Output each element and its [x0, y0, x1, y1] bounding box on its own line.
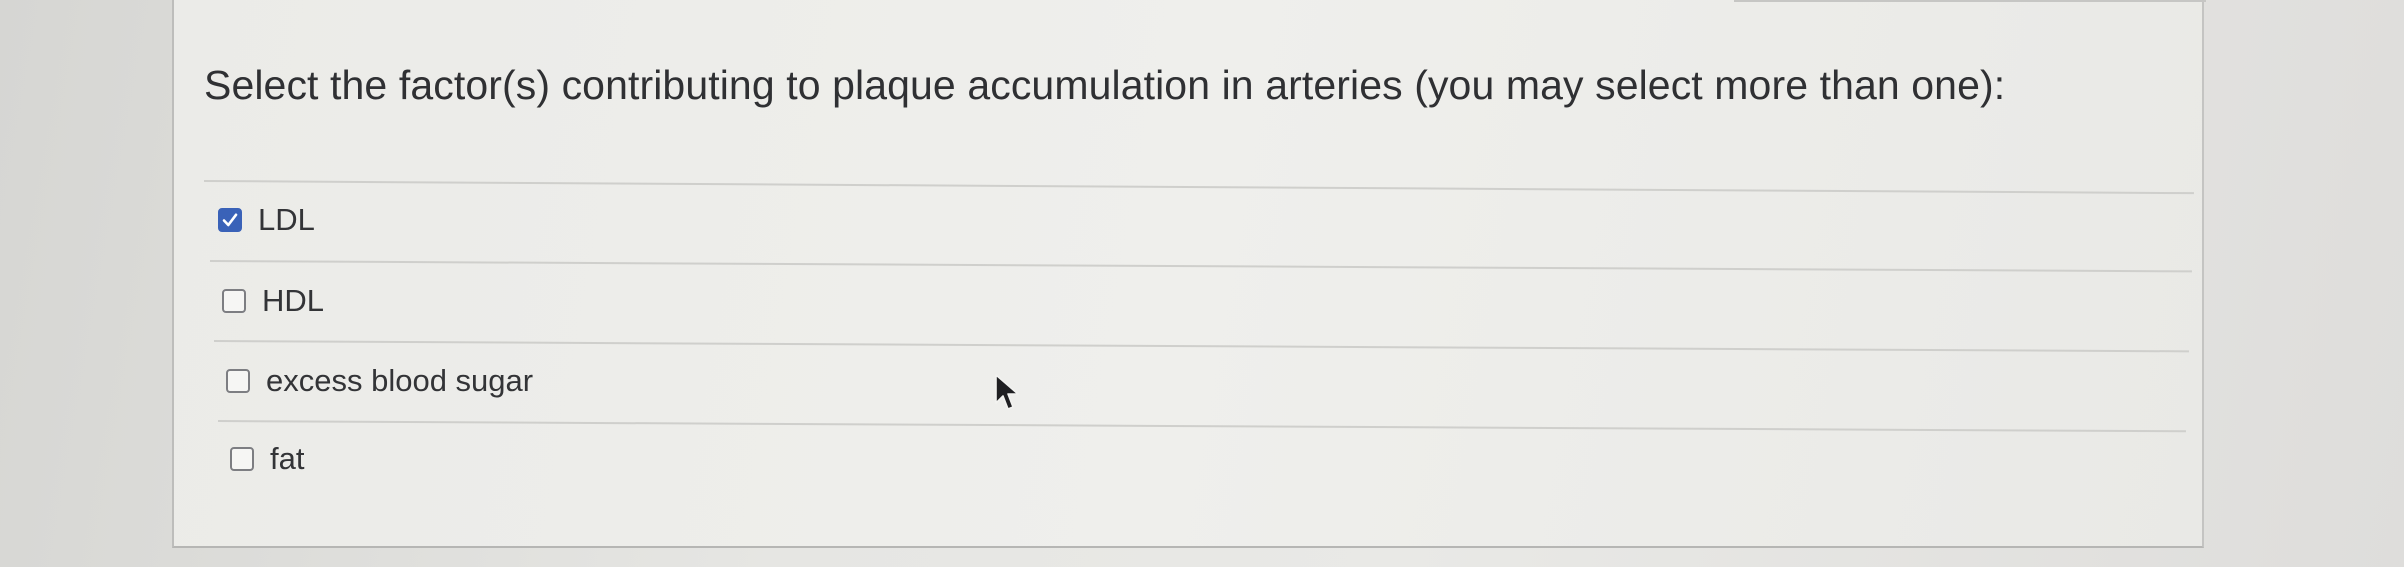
- option-ldl[interactable]: LDL: [218, 198, 315, 242]
- question-panel: Select the factor(s) contributing to pla…: [172, 0, 2206, 548]
- option-hdl[interactable]: HDL: [222, 279, 324, 323]
- divider: [213, 340, 2189, 353]
- option-label-ldl: LDL: [258, 202, 315, 237]
- checkbox-ldl[interactable]: [218, 208, 242, 232]
- option-label-excess-blood-sugar: excess blood sugar: [266, 363, 534, 398]
- option-excess-blood-sugar[interactable]: excess blood sugar: [226, 359, 533, 403]
- option-label-fat: fat: [270, 441, 305, 476]
- option-fat[interactable]: fat: [230, 437, 304, 481]
- mouse-pointer-icon: [995, 374, 1019, 410]
- checkbox-fat[interactable]: [230, 447, 254, 471]
- checkbox-excess-blood-sugar[interactable]: [226, 369, 250, 393]
- question-text: Select the factor(s) contributing to pla…: [204, 62, 2006, 108]
- divider: [209, 260, 2192, 273]
- checkbox-hdl[interactable]: [222, 289, 246, 313]
- divider: [203, 180, 2194, 195]
- divider: [217, 420, 2186, 433]
- screen: Select the factor(s) contributing to pla…: [0, 0, 2404, 567]
- panel-top-edge: [1734, 0, 2206, 6]
- option-label-hdl: HDL: [262, 283, 325, 318]
- checkmark-icon: [222, 213, 238, 227]
